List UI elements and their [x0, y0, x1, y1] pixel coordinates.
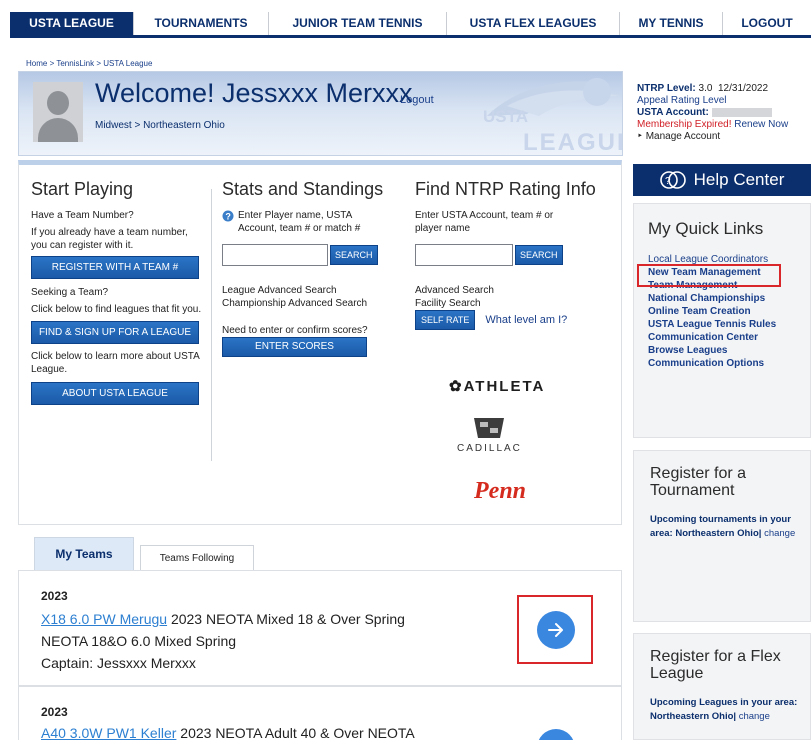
stats-title: Stats and Standings [222, 179, 384, 199]
seeking-team-desc: Click below to find leagues that fit you… [31, 304, 202, 315]
nav-junior-team-tennis[interactable]: JUNIOR TEAM TENNIS [269, 12, 447, 35]
logo-text-usta: USTA [483, 107, 528, 126]
flex-desc: Upcoming Leagues in your area: Northeast… [650, 697, 798, 722]
highlight-box [517, 595, 593, 664]
facility-search-link[interactable]: Facility Search [415, 297, 615, 310]
start-playing-column: Start Playing Have a Team Number? If you… [31, 179, 221, 405]
team-league-line: 2023 NEOTA Mixed 18 & Over Spring [167, 611, 405, 627]
team-name-link[interactable]: A40 3.0W PW1 Keller [41, 725, 176, 740]
avatar [33, 82, 83, 142]
ntrp-instruction: Enter USTA Account, team # or player nam… [415, 210, 554, 234]
ntrp-label: NTRP Level: [637, 83, 696, 94]
quick-link-national-championships[interactable]: National Championships [648, 292, 810, 305]
what-level-link[interactable]: What level am I? [485, 314, 567, 326]
have-team-heading: Have a Team Number? [31, 210, 134, 221]
manage-account-link[interactable]: Manage Account [646, 131, 721, 142]
scores-prompt: Need to enter or confirm scores? [222, 325, 368, 336]
athleta-mark-icon: ✿ [449, 378, 464, 395]
enter-scores-button[interactable]: ENTER SCORES [222, 337, 367, 357]
about-usta-league-button[interactable]: ABOUT USTA LEAGUE [31, 382, 199, 405]
nav-my-tennis[interactable]: MY TENNIS [620, 12, 723, 35]
chat-bubbles-icon: ? [659, 171, 686, 189]
ntrp-value: 3.0 [698, 83, 713, 94]
usta-account-label: USTA Account: [637, 107, 709, 118]
tab-my-teams[interactable]: My Teams [34, 537, 134, 570]
tab-teams-following[interactable]: Teams Following [140, 545, 254, 570]
quick-links-panel: My Quick Links Local League Coordinators… [633, 203, 811, 438]
nav-usta-flex-leagues[interactable]: USTA FLEX LEAGUES [447, 12, 620, 35]
help-question-icon[interactable]: ? [222, 210, 234, 222]
quick-link-communication-options[interactable]: Communication Options [648, 357, 810, 370]
tournament-panel: Register for a Tournament Upcoming tourn… [633, 450, 811, 622]
bullet-icon: ‣ [637, 131, 643, 142]
team-open-button[interactable] [537, 729, 575, 740]
top-nav: USTA LEAGUE TOURNAMENTS JUNIOR TEAM TENN… [10, 12, 811, 38]
team-league-subline: NEOTA 18&O 6.0 Mixed Spring [41, 633, 237, 649]
flex-title[interactable]: Register for a Flex League [650, 648, 790, 682]
athleta-logo[interactable]: ✿ATHLETA [449, 377, 545, 395]
team-name-link[interactable]: X18 6.0 PW Merugu [41, 611, 167, 627]
cadillac-logo[interactable]: CADILLAC [457, 417, 521, 454]
svg-text:?: ? [225, 212, 231, 222]
renew-now-link[interactable]: Renew Now [734, 119, 788, 130]
tournament-title[interactable]: Register for a Tournament [650, 465, 780, 499]
svg-text:?: ? [665, 176, 671, 187]
stats-column: Stats and Standings ? Enter Player name,… [222, 179, 392, 357]
logo-text-league: LEAGUE [523, 129, 622, 154]
ntrp-search-input[interactable] [415, 244, 513, 266]
self-rate-button[interactable]: SELF RATE [415, 310, 476, 330]
start-playing-title: Start Playing [31, 179, 134, 199]
find-league-button[interactable]: FIND & SIGN UP FOR A LEAGUE [31, 321, 199, 344]
membership-expired: Membership Expired! [637, 119, 732, 130]
seeking-team-heading: Seeking a Team? [31, 287, 109, 298]
register-with-team-button[interactable]: REGISTER WITH A TEAM # [31, 256, 199, 279]
nav-usta-league[interactable]: USTA LEAGUE [10, 12, 134, 35]
ntrp-title: Find NTRP Rating Info [415, 179, 596, 199]
welcome-banner: Welcome! Jessxxx Merxxx Logout Midwest >… [18, 71, 623, 156]
stats-search-button[interactable]: SEARCH [330, 245, 378, 265]
account-info: NTRP Level: 3.0 12/31/2022 Appeal Rating… [637, 83, 811, 143]
cadillac-crest-icon [474, 418, 504, 438]
team-card: 2023 A40 3.0W PW1 Keller 2023 NEOTA Adul… [18, 686, 622, 740]
team-captain: Captain: Jessxxx Merxxx [41, 655, 196, 671]
ntrp-advanced-search-link[interactable]: Advanced Search [415, 284, 615, 297]
help-center-button[interactable]: ? Help Center [633, 164, 811, 196]
main-content-box: Start Playing Have a Team Number? If you… [18, 160, 622, 525]
quick-link-browse-leagues[interactable]: Browse Leagues [648, 344, 810, 357]
nav-logout[interactable]: LOGOUT [723, 12, 811, 35]
quick-link-online-team-creation[interactable]: Online Team Creation [648, 305, 810, 318]
ntrp-date: 12/31/2022 [717, 83, 769, 94]
learn-more-desc: Click below to learn more about USTA Lea… [31, 351, 200, 375]
quick-link-league-tennis-rules[interactable]: USTA League Tennis Rules [648, 318, 810, 331]
ntrp-search-button[interactable]: SEARCH [515, 245, 563, 265]
logout-link[interactable]: Logout [400, 94, 434, 106]
penn-logo[interactable]: Penn [474, 478, 526, 505]
breadcrumb[interactable]: Home > TennisLink > USTA League [26, 59, 152, 68]
column-divider [211, 189, 212, 461]
tournament-change-link[interactable]: change [764, 528, 795, 539]
athleta-wordmark: ATHLETA [463, 378, 546, 395]
team-league-line: 2023 NEOTA Adult 40 & Over NEOTA [176, 725, 415, 740]
league-advanced-search-link[interactable]: League Advanced Search [222, 284, 392, 297]
flex-league-panel: Register for a Flex League Upcoming Leag… [633, 633, 811, 740]
championship-advanced-search-link[interactable]: Championship Advanced Search [222, 297, 392, 310]
quick-link-communication-center[interactable]: Communication Center [648, 331, 810, 344]
stats-instruction: Enter Player name, USTA Account, team # … [238, 210, 361, 234]
highlight-box [637, 264, 781, 287]
stats-search-input[interactable] [222, 244, 328, 266]
usta-league-logo: USTA LEAGUE [483, 78, 622, 154]
appeal-rating-link[interactable]: Appeal Rating Level [637, 95, 727, 106]
have-team-desc: If you already have a team number, you c… [31, 227, 188, 251]
region-breadcrumb[interactable]: Midwest > Northeastern Ohio [95, 120, 225, 131]
nav-tournaments[interactable]: TOURNAMENTS [134, 12, 269, 35]
team-year: 2023 [41, 705, 68, 719]
quick-links-title: My Quick Links [648, 219, 764, 238]
usta-account-redacted [711, 107, 772, 117]
cadillac-wordmark: CADILLAC [457, 443, 522, 454]
welcome-title: Welcome! Jessxxx Merxxx [95, 78, 413, 108]
ntrp-column: Find NTRP Rating Info Enter USTA Account… [415, 179, 615, 330]
flex-change-link[interactable]: change [739, 711, 770, 722]
team-year: 2023 [41, 589, 68, 603]
help-center-label: Help Center [693, 170, 785, 189]
